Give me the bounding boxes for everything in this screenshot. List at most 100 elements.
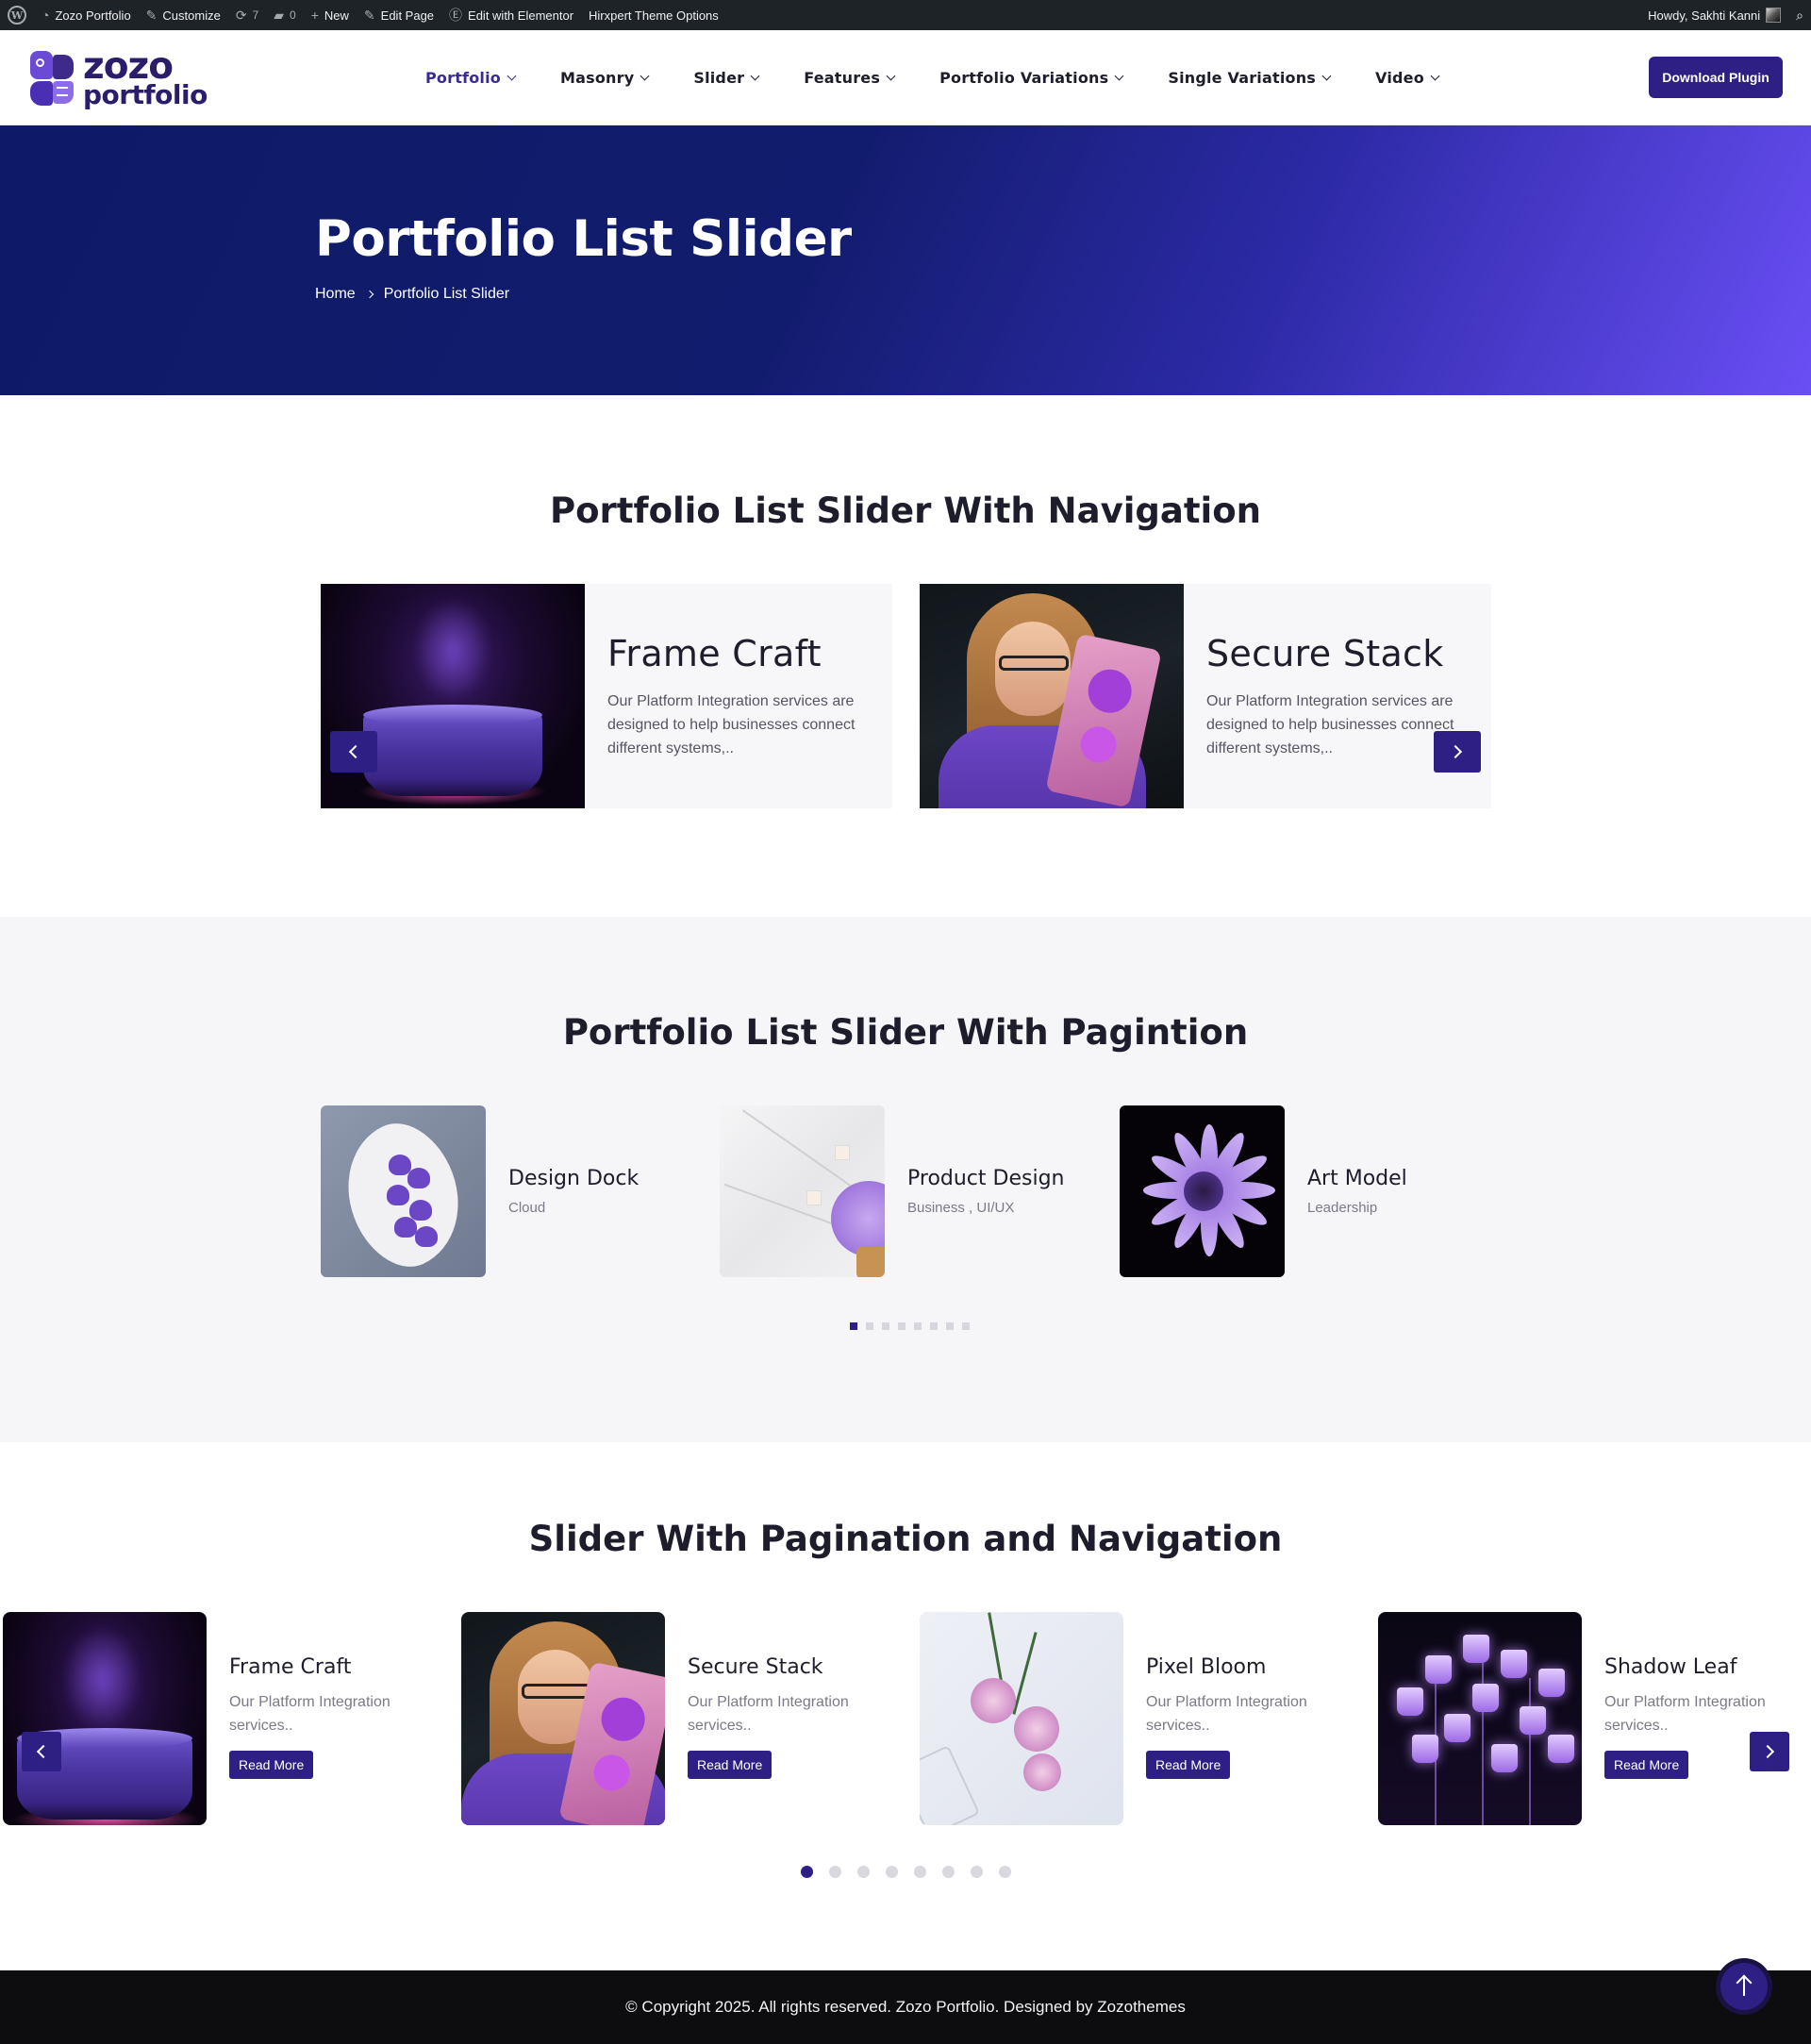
chevron-down-icon — [750, 71, 760, 80]
pagination-dot[interactable] — [930, 1322, 938, 1330]
pagination-dot[interactable] — [942, 1866, 955, 1878]
pagination-dot[interactable] — [866, 1322, 873, 1330]
admin-customize-link[interactable]: ✎ Customize — [139, 0, 228, 30]
admin-edit-page-link[interactable]: ✎ Edit Page — [357, 0, 441, 30]
site-logo[interactable]: zozo portfolio — [28, 48, 208, 108]
slider-next-button[interactable] — [1434, 731, 1481, 773]
pagination-dot[interactable] — [801, 1866, 813, 1878]
portfolio-image — [321, 584, 585, 808]
portfolio-thumbnail — [1120, 1105, 1285, 1277]
portfolio-card[interactable]: Frame Craft Our Platform Integration ser… — [321, 584, 892, 808]
portfolio-card[interactable]: Shadow Leaf Our Platform Integration ser… — [1378, 1612, 1811, 1825]
read-more-button[interactable]: Read More — [229, 1751, 314, 1779]
pagination-dot[interactable] — [999, 1866, 1011, 1878]
nav-portfolio[interactable]: Portfolio — [425, 69, 538, 87]
portfolio-card[interactable]: Frame Craft Our Platform Integration ser… — [3, 1612, 446, 1825]
portfolio-title: Frame Craft — [229, 1655, 352, 1679]
pagination-dot[interactable] — [962, 1322, 970, 1330]
admin-account-menu[interactable]: Howdy, Sakhti Kanni — [1640, 0, 1788, 30]
admin-theme-options-link[interactable]: Hirxpert Theme Options — [581, 0, 726, 30]
nav-single-variations[interactable]: Single Variations — [1145, 69, 1353, 87]
portfolio-item-category: Business , UI/UX — [907, 1200, 1015, 1216]
portfolio-description: Our Platform Integration services are de… — [607, 693, 856, 756]
admin-new-link[interactable]: + New — [304, 0, 357, 30]
breadcrumb: Home Portfolio List Slider — [315, 286, 509, 303]
portfolio-card[interactable]: Secure Stack Our Platform Integration se… — [920, 584, 1491, 808]
slider-prev-button[interactable] — [22, 1732, 61, 1771]
wordpress-menu[interactable]: W — [0, 0, 34, 30]
admin-search-button[interactable]: ⌕ — [1788, 0, 1811, 30]
admin-elementor-link[interactable]: Ⓔ Edit with Elementor — [441, 0, 581, 30]
chevron-down-icon — [1430, 71, 1440, 80]
copyright-text: © Copyright 2025. All rights reserved. Z… — [625, 1998, 1186, 2016]
slider-prev-button[interactable] — [330, 731, 377, 773]
nav-masonry[interactable]: Masonry — [538, 69, 671, 87]
breadcrumb-home-link[interactable]: Home — [315, 286, 356, 303]
arrow-up-icon — [1743, 1977, 1745, 1996]
portfolio-title: Secure Stack — [1206, 633, 1444, 674]
nav-portfolio-variations[interactable]: Portfolio Variations — [917, 69, 1145, 87]
search-icon: ⌕ — [1796, 7, 1803, 23]
read-more-button[interactable]: Read More — [688, 1751, 773, 1779]
portfolio-item-title: Product Design — [907, 1167, 1065, 1190]
pagination-dot[interactable] — [898, 1322, 906, 1330]
slider-next-button[interactable] — [1750, 1732, 1789, 1771]
admin-comments-link[interactable]: ▰ 0 — [266, 0, 303, 30]
section-title-pagination-navigation: Slider With Pagination and Navigation — [528, 1519, 1283, 1559]
admin-updates-link[interactable]: ⟳ 7 — [228, 0, 266, 30]
arrow-right-icon — [1448, 744, 1463, 759]
dashboard-icon: ◔ — [42, 8, 50, 23]
wordpress-logo-icon: W — [8, 6, 26, 25]
nav-slider[interactable]: Slider — [671, 69, 781, 87]
chevron-down-icon — [1321, 71, 1332, 80]
chevron-down-icon — [1114, 71, 1124, 80]
page-title: Portfolio List Slider — [315, 210, 852, 268]
portfolio-card[interactable]: Pixel Bloom Our Platform Integration ser… — [920, 1612, 1363, 1825]
pagination-dot[interactable] — [882, 1322, 889, 1330]
pagination-dot[interactable] — [857, 1866, 870, 1878]
portfolio-image — [920, 584, 1184, 808]
portfolio-item-title: Art Model — [1307, 1167, 1407, 1190]
nav-video[interactable]: Video — [1353, 69, 1461, 87]
pagination-dot[interactable] — [914, 1866, 926, 1878]
portfolio-list-item[interactable]: Product Design Business , UI/UX — [720, 1105, 1064, 1277]
read-more-button[interactable]: Read More — [1146, 1751, 1231, 1779]
section-title-pagination: Portfolio List Slider With Pagintion — [562, 1012, 1249, 1053]
section-title-navigation: Portfolio List Slider With Navigation — [550, 490, 1261, 531]
brush-icon: ✎ — [145, 7, 158, 23]
pagination-dot[interactable] — [886, 1866, 898, 1878]
portfolio-description: Our Platform Integration services.. — [688, 1694, 849, 1734]
nav-features[interactable]: Features — [781, 69, 917, 87]
download-plugin-button[interactable]: Download Plugin — [1649, 57, 1783, 98]
portfolio-item-category: Cloud — [508, 1200, 546, 1216]
portfolio-thumbnail — [321, 1105, 486, 1277]
scroll-to-top-button[interactable] — [1720, 1963, 1768, 2010]
pagination-dot[interactable] — [946, 1322, 954, 1330]
chevron-down-icon — [640, 71, 650, 80]
elementor-icon: Ⓔ — [449, 8, 463, 23]
pagination-dots — [801, 1866, 1011, 1878]
portfolio-image — [920, 1612, 1123, 1825]
page-hero: Portfolio List Slider Home Portfolio Lis… — [0, 125, 1811, 395]
portfolio-image — [3, 1612, 207, 1825]
portfolio-title: Secure Stack — [688, 1655, 823, 1679]
read-more-button[interactable]: Read More — [1604, 1751, 1689, 1779]
portfolio-description: Our Platform Integration services.. — [229, 1694, 390, 1734]
arrow-right-icon — [1760, 1744, 1775, 1759]
portfolio-image — [461, 1612, 665, 1825]
pagination-dot[interactable] — [971, 1866, 983, 1878]
pagination-dot[interactable] — [829, 1866, 841, 1878]
arrow-left-icon — [348, 744, 363, 759]
arrow-left-icon — [36, 1744, 51, 1759]
portfolio-card[interactable]: Secure Stack Our Platform Integration se… — [461, 1612, 905, 1825]
admin-site-link[interactable]: ◔ Zozo Portfolio — [34, 0, 139, 30]
chevron-down-icon — [507, 71, 517, 80]
portfolio-list-item[interactable]: Art Model Leadership — [1120, 1105, 1407, 1277]
pagination-dot[interactable] — [850, 1322, 857, 1330]
pagination-dot[interactable] — [914, 1322, 922, 1330]
portfolio-list-item[interactable]: Design Dock Cloud — [321, 1105, 639, 1277]
portfolio-item-title: Design Dock — [508, 1167, 640, 1190]
avatar — [1766, 8, 1782, 23]
pagination-dots — [850, 1322, 970, 1330]
portfolio-description: Our Platform Integration services are de… — [1206, 693, 1454, 756]
